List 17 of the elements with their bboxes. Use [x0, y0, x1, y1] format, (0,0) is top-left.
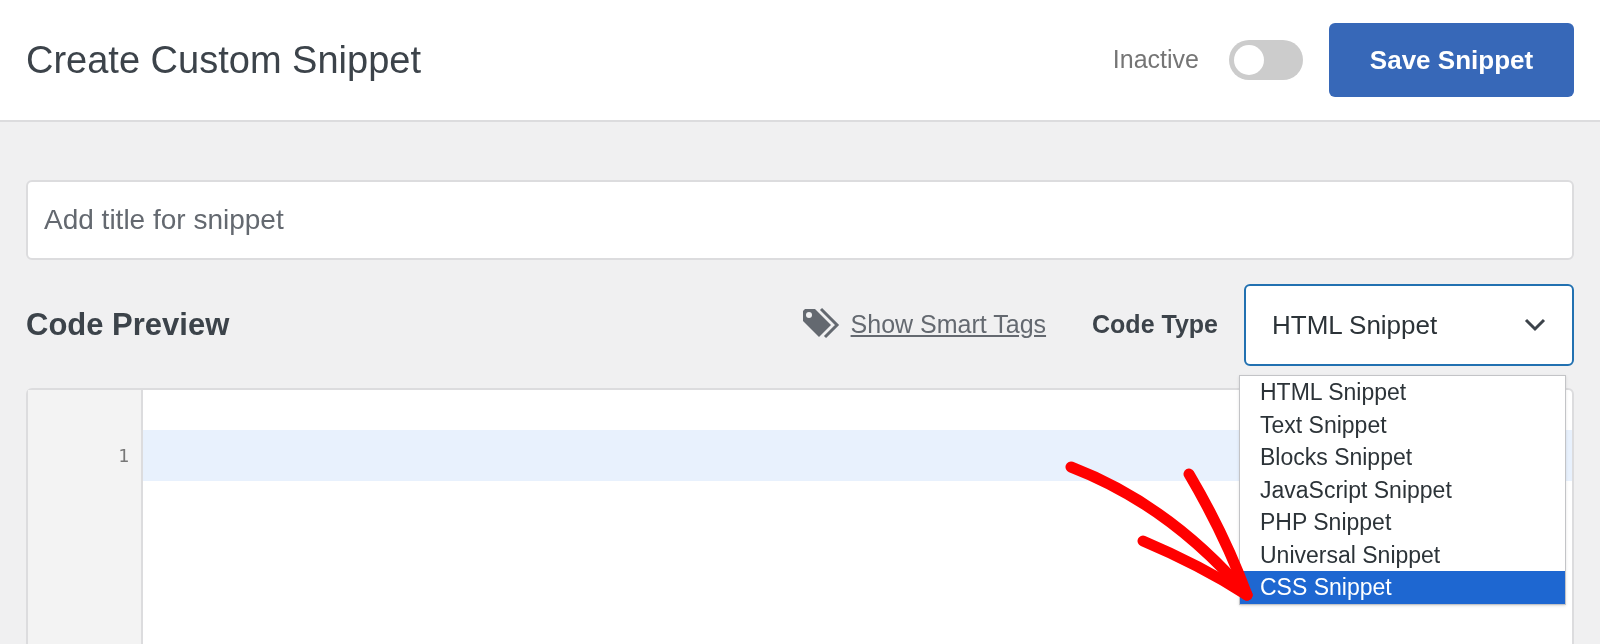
title-input-field[interactable]: Add title for snippet — [26, 180, 1574, 260]
save-button[interactable]: Save Snippet — [1329, 23, 1574, 97]
section-heading: Code Preview — [26, 305, 231, 344]
code-type-label: Code Type — [1092, 309, 1218, 341]
show-smart-tags-link[interactable]: Show Smart Tags — [850, 306, 1047, 344]
dropdown-option[interactable]: CSS Snippet — [1240, 571, 1565, 604]
status-label: Inactive — [1112, 44, 1199, 76]
dropdown-option[interactable]: PHP Snippet — [1240, 506, 1565, 539]
line-number: 1 — [117, 444, 130, 468]
dropdown-option[interactable]: JavaScript Snippet — [1240, 473, 1565, 506]
page-title: Create Custom Snippet — [26, 37, 422, 83]
dropdown-option[interactable]: Blocks Snippet — [1240, 441, 1565, 474]
dropdown-option[interactable]: Universal Snippet — [1240, 538, 1565, 571]
code-type-select[interactable]: HTML Snippet — [1244, 284, 1574, 366]
toggle-switch[interactable] — [1229, 40, 1303, 80]
dropdown-option[interactable]: Text Snippet — [1240, 408, 1565, 441]
chevron-down-icon — [1524, 318, 1546, 332]
